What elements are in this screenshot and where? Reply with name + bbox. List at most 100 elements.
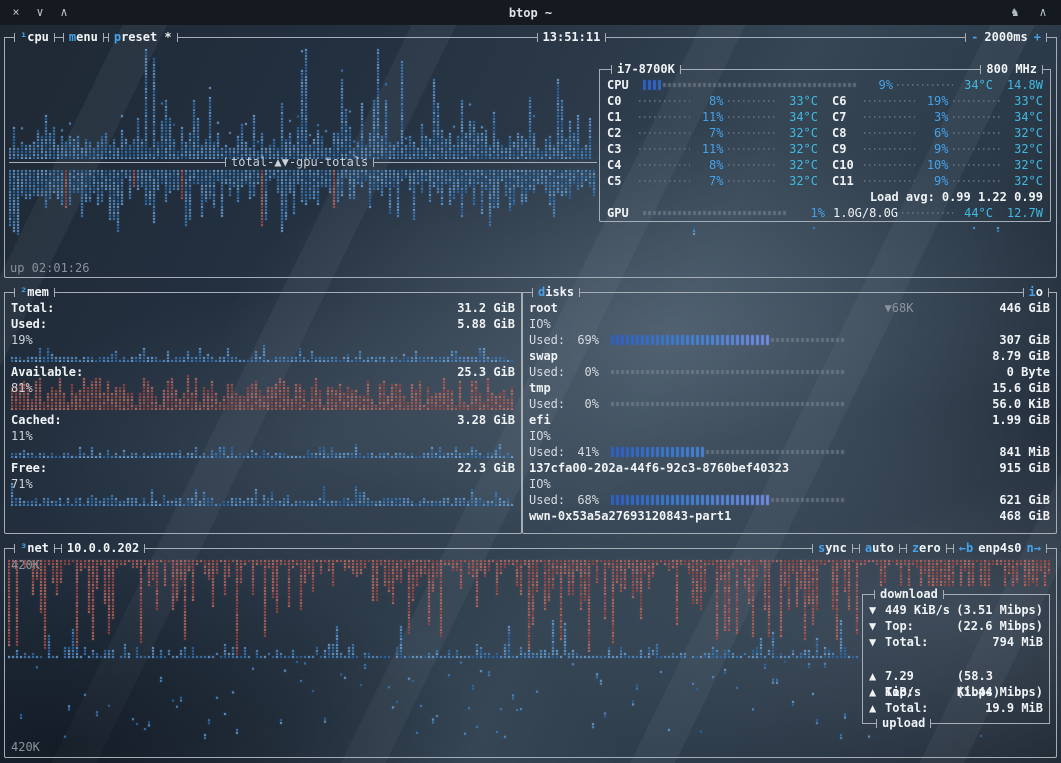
net-stat-row: ▲Top:(1.44 Mibps): [869, 684, 1043, 700]
gpu-row: GPU 1% 1.0G/8.0G 44°C 12.7W: [600, 205, 1050, 221]
preset-button[interactable]: preset *: [108, 30, 178, 45]
core-temp: 34°C: [782, 109, 818, 125]
dotted-leader-icon: [728, 148, 779, 150]
net-stat-label: Total:: [885, 634, 928, 650]
interval-decrease-button[interactable]: -: [971, 30, 978, 44]
cpu-usage-meter: [643, 79, 859, 91]
prev-interface-button[interactable]: ←b: [959, 541, 973, 555]
dotted-leader-icon: [639, 132, 690, 134]
disk-io-label: IO%: [529, 316, 551, 332]
dotted-leader-icon: [953, 148, 1004, 150]
mem-stat-value: 22.3 GiB: [457, 460, 515, 476]
net-stat-value: (22.6 Mibps): [956, 618, 1043, 634]
scroll-top-icon[interactable]: ∧: [1035, 4, 1051, 21]
core-name: C11: [832, 173, 860, 189]
disk-name: root: [529, 300, 558, 316]
direction-arrow-icon: ▼: [869, 602, 885, 618]
cpu-box-body: total-▲▼-gpu-totals up 02:01:26 i7-8700K…: [5, 45, 1056, 277]
net-sync-toggle[interactable]: sync: [812, 541, 853, 556]
core-load-pct: 3%: [919, 109, 949, 125]
dotted-leader-icon: [953, 116, 1004, 118]
menu-button[interactable]: menu: [63, 30, 104, 45]
cpu-total-pct: 9%: [863, 77, 893, 93]
net-stat-label: 7.29 KiB/s: [885, 668, 957, 684]
window-title: btop ~: [0, 6, 1061, 20]
disk-used-row: Used:0%56.0 KiB: [529, 396, 1050, 412]
dotted-leader-icon: [953, 164, 1004, 166]
load-average-row: Load avg: 0.99 1.22 0.99: [600, 189, 1050, 205]
disk-used-pct: 68%: [569, 492, 599, 508]
net-stat-value: 794 MiB: [992, 634, 1043, 650]
net-stat-label: Top:: [885, 684, 914, 700]
gpu-label: GPU: [607, 205, 639, 221]
disk-used-label: Used:: [529, 332, 569, 348]
disk-used-value: 307 GiB: [999, 332, 1050, 348]
net-box-title[interactable]: ³net: [14, 541, 55, 556]
dotted-leader-icon: [897, 84, 953, 86]
net-zero-toggle[interactable]: zero: [906, 541, 947, 556]
disk-name-row: 137cfa00-202a-44f6-92c3-8760bef40323915 …: [529, 460, 1050, 476]
net-auto-toggle[interactable]: auto: [859, 541, 900, 556]
disk-io-row: IO%: [529, 476, 1050, 492]
disks-box-title[interactable]: disks: [532, 285, 580, 300]
uptime-label: up 02:01:26: [10, 261, 89, 275]
load-average-value: 0.99 1.22 0.99: [942, 189, 1043, 205]
interface-name: enp4s0: [978, 541, 1021, 555]
disk-used-value: 621 GiB: [999, 492, 1050, 508]
disk-io-row: IO%: [529, 316, 1050, 332]
gpu-temp: 44°C: [957, 205, 993, 221]
core-temp: 33°C: [1007, 93, 1043, 109]
mem-entry: Cached:3.28 GiB11%: [11, 412, 515, 460]
disk-name-row: efi1.99 GiB: [529, 412, 1050, 428]
update-interval-control[interactable]: -2000ms+: [965, 30, 1047, 45]
cpu-box-title[interactable]: ¹cpu: [14, 30, 55, 45]
disk-used-meter: [611, 446, 849, 458]
io-hotkey: i: [1029, 285, 1036, 299]
cpu-core-row: C311%32°C: [600, 141, 825, 157]
io-mode-toggle[interactable]: io: [1023, 285, 1049, 300]
interval-increase-button[interactable]: +: [1034, 30, 1041, 44]
disk-used-meter: [611, 494, 849, 506]
core-grid: C08%33°CC111%34°CC27%32°CC311%32°CC48%32…: [600, 93, 1050, 189]
download-label: download: [874, 587, 944, 602]
menu-text: enu: [76, 30, 98, 44]
cpu-frequency-label: 800 MHz: [980, 62, 1043, 77]
disk-used-pct: 41%: [569, 444, 599, 460]
minimize-icon[interactable]: ∨: [32, 4, 48, 21]
disk-io-label: IO%: [529, 428, 551, 444]
disk-size: 15.6 GiB: [992, 380, 1050, 396]
close-icon[interactable]: ×: [8, 4, 24, 21]
disk-used-pct: 69%: [569, 332, 599, 348]
mem-stat-value: 5.88 GiB: [457, 316, 515, 332]
cpu-model-label: i7-8700K: [611, 62, 681, 77]
direction-arrow-icon: ▲: [869, 700, 885, 716]
disks-box: disks io root▼68K446 GiBIO%Used:69%307 G…: [522, 285, 1057, 534]
net-interface-switcher[interactable]: ←b enp4s0 n→: [953, 541, 1047, 556]
cpu-graph-mode-label[interactable]: total-▲▼-gpu-totals: [225, 155, 374, 170]
app-icon[interactable]: ♞: [1007, 4, 1023, 21]
next-interface-button[interactable]: n→: [1027, 541, 1041, 555]
disk-used-pct: 0%: [569, 396, 599, 412]
net-stat-label: 449 KiB/s: [885, 602, 950, 618]
dotted-leader-icon: [639, 164, 690, 166]
core-column-left: C08%33°CC111%34°CC27%32°CC311%32°CC48%32…: [600, 93, 825, 189]
cpu-stats-panel: i7-8700K 800 MHz CPU 9% 34°C 1: [599, 62, 1051, 222]
disk-io-row: IO%: [529, 428, 1050, 444]
net-stat-row: ▲Total:19.9 MiB: [869, 700, 1043, 716]
mem-box-body: Total:31.2 GiBUsed:5.88 GiB19%Available:…: [5, 300, 521, 533]
dotted-leader-icon: [864, 164, 915, 166]
core-name: C3: [607, 141, 635, 157]
core-name: C7: [832, 109, 860, 125]
gpu-vram-value: 1.0G/8.0G: [833, 205, 898, 221]
load-average-label: Load avg:: [870, 189, 935, 205]
mem-box-title[interactable]: ²mem: [14, 285, 55, 300]
maximize-icon[interactable]: ∧: [56, 4, 72, 21]
core-column-right: C619%33°CC73%34°CC86%32°CC99%32°CC1010%3…: [825, 93, 1050, 189]
disk-used-value: 56.0 KiB: [992, 396, 1050, 412]
dotted-leader-icon: [728, 132, 779, 134]
net-ip-label: 10.0.0.202: [61, 541, 145, 556]
disk-used-pct: 0%: [569, 364, 599, 380]
mem-entry: Free:22.3 GiB71%: [11, 460, 515, 508]
net-scale-top: 420K: [11, 558, 40, 572]
disk-io-rate: ▼68K: [885, 300, 914, 316]
